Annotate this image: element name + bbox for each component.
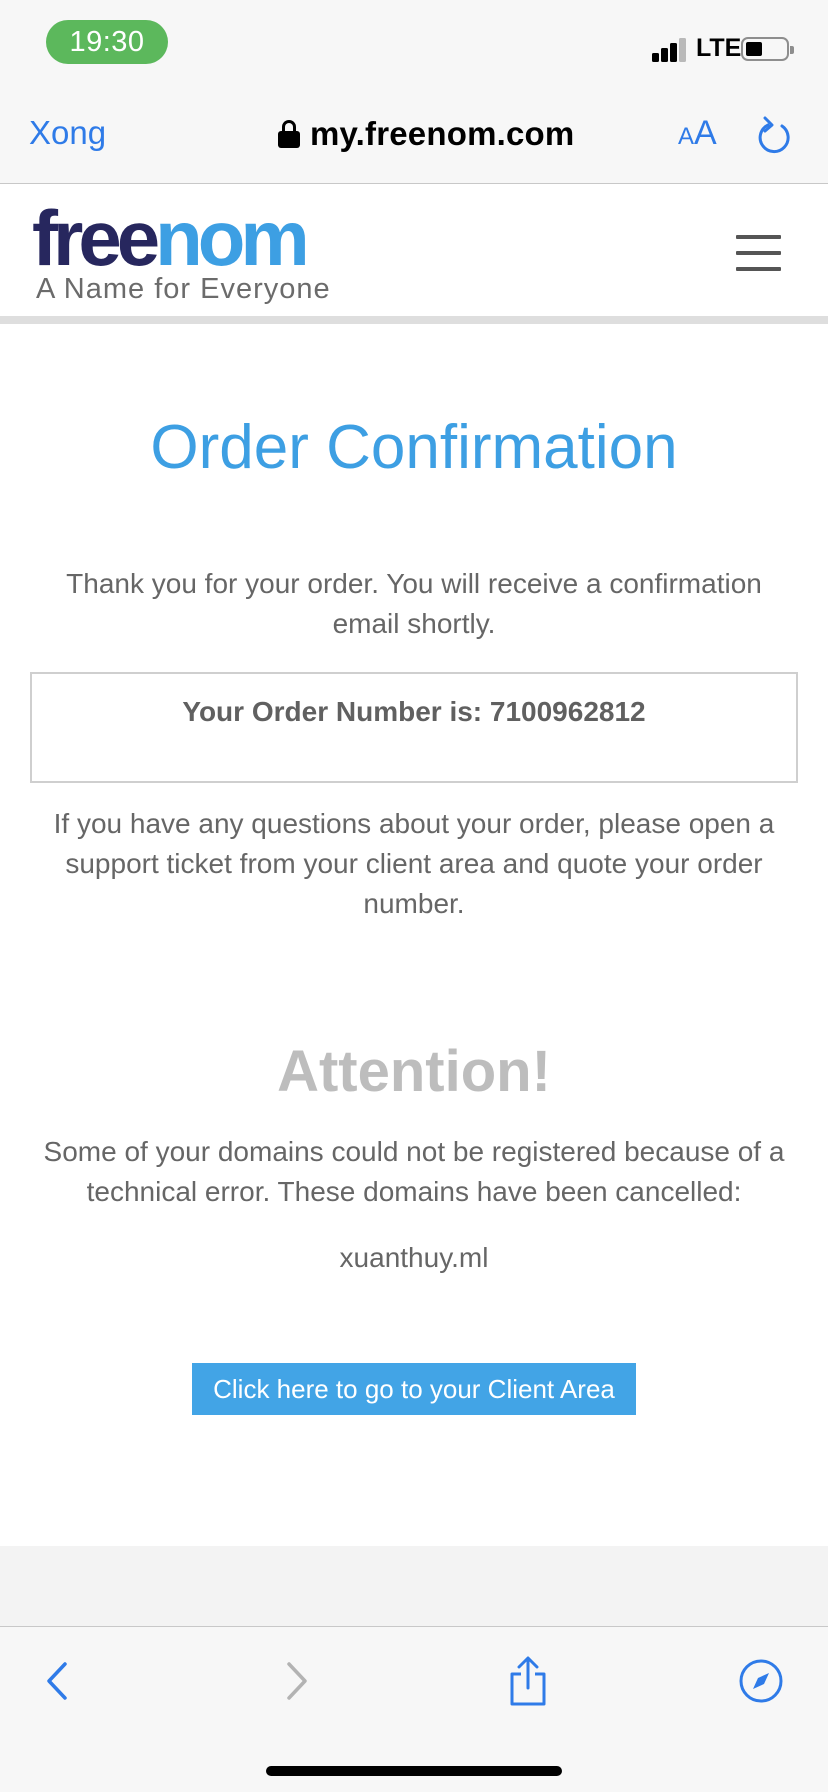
page-footer <box>0 1546 828 1626</box>
attention-heading: Attention! <box>277 1039 551 1104</box>
forward-icon[interactable] <box>266 1651 326 1711</box>
support-message: If you have any questions about your ord… <box>53 808 775 919</box>
lock-icon <box>278 120 300 148</box>
battery-icon <box>741 37 794 61</box>
url-text: my.freenom.com <box>310 115 575 152</box>
logo-part-free: free <box>32 194 160 282</box>
signal-icon <box>652 36 688 62</box>
order-number: Your Order Number is: 7100962812 <box>182 696 646 727</box>
text-size-button[interactable]: AA <box>678 114 717 153</box>
order-number-box: Your Order Number is: 7100962812 <box>30 672 798 783</box>
site-header: freenom A Name for Everyone <box>0 185 828 324</box>
attention-message: Some of your domains could not be regist… <box>43 1136 785 1207</box>
address-bar[interactable]: my.freenom.com <box>278 112 574 156</box>
reload-icon[interactable] <box>756 114 794 158</box>
hamburger-menu-icon[interactable] <box>736 235 781 271</box>
home-indicator[interactable] <box>266 1766 562 1776</box>
back-icon[interactable] <box>28 1651 88 1711</box>
compass-icon[interactable] <box>731 1651 791 1711</box>
freenom-logo[interactable]: freenom <box>32 199 310 277</box>
done-button[interactable]: Xong <box>29 114 106 152</box>
thank-you-message: Thank you for your order. You will recei… <box>66 568 762 639</box>
share-icon[interactable] <box>498 1651 558 1711</box>
text-size-large-label: A <box>694 114 717 152</box>
status-bar: 19:30 LTE <box>0 0 828 92</box>
text-size-small-label: A <box>678 123 695 150</box>
tagline: A Name for Everyone <box>36 273 331 305</box>
logo-part-nom: nom <box>155 194 310 282</box>
page-title: Order Confirmation <box>150 413 678 482</box>
browser-nav-bar: Xong my.freenom.com AA <box>0 92 828 184</box>
status-time[interactable]: 19:30 <box>46 20 168 64</box>
client-area-button[interactable]: Click here to go to your Client Area <box>192 1363 636 1415</box>
main-content: Order Confirmation Thank you for your or… <box>0 332 828 1546</box>
cancelled-domain: xuanthuy.ml <box>339 1242 489 1273</box>
network-type: LTE <box>696 34 742 62</box>
